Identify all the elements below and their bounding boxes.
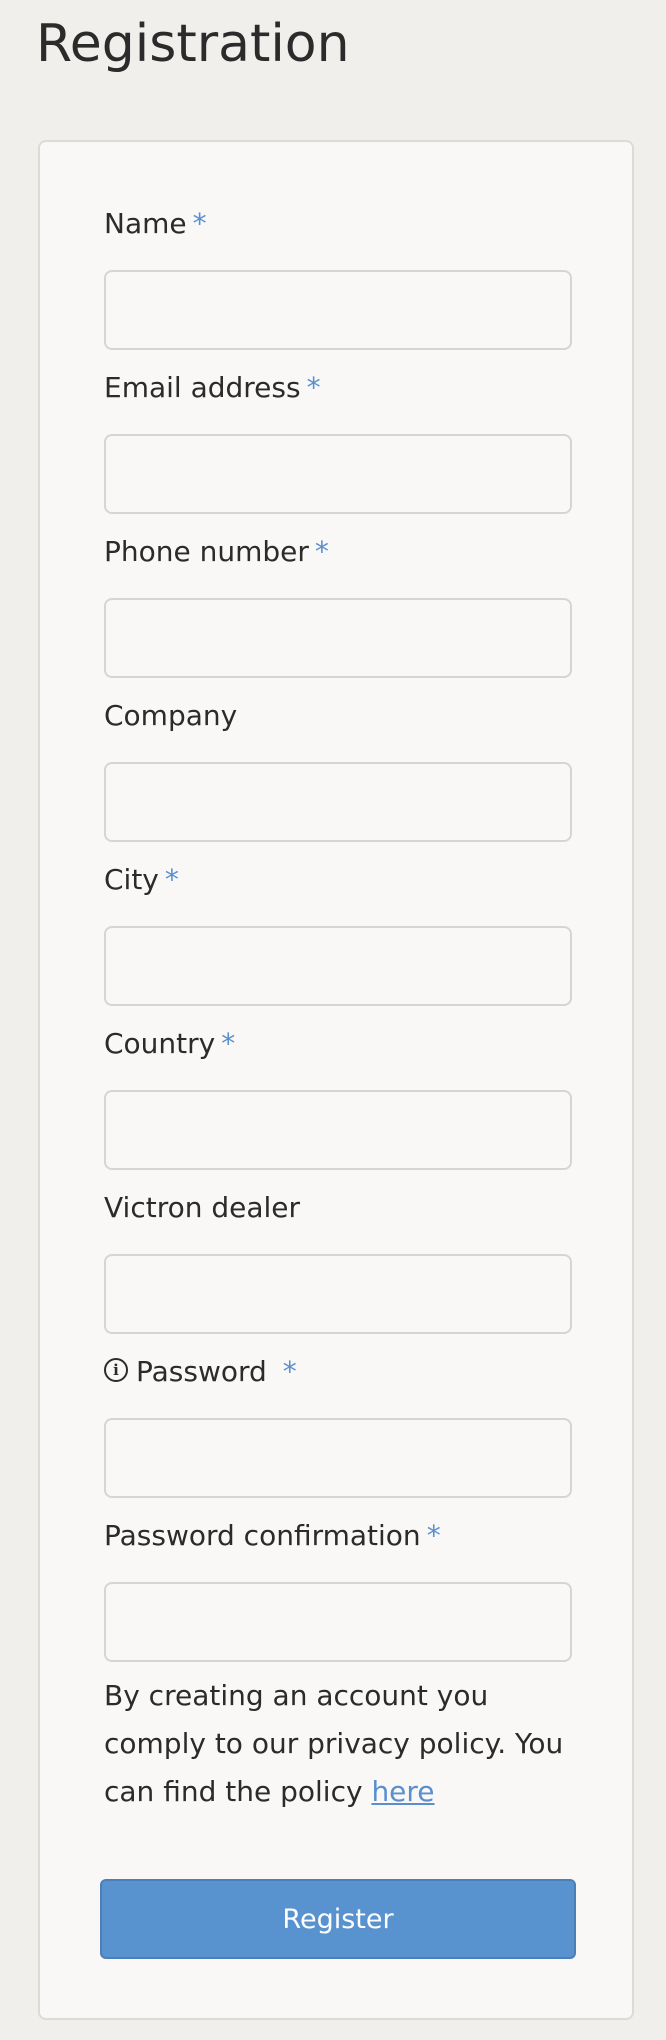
privacy-policy-link[interactable]: here — [371, 1775, 434, 1808]
page-title: Registration — [36, 14, 350, 74]
password-confirmation-label: Password confirmation * — [104, 1514, 572, 1558]
name-label-text: Name — [104, 207, 187, 240]
company-input[interactable] — [104, 762, 572, 842]
company-field-group: Company — [104, 694, 572, 842]
victron-dealer-input[interactable] — [104, 1254, 572, 1334]
email-field-group: Email address * — [104, 366, 572, 514]
password-label: i Password * — [104, 1350, 572, 1394]
victron-dealer-label-text: Victron dealer — [104, 1191, 301, 1224]
password-field-group: i Password * — [104, 1350, 572, 1498]
required-marker: * — [314, 535, 329, 568]
email-label-text: Email address — [104, 371, 301, 404]
registration-form-card: Name * Email address * Phone number * Compa… — [38, 140, 634, 2020]
company-label: Company — [104, 694, 572, 738]
company-label-text: Company — [104, 699, 238, 732]
country-field-group: Country * — [104, 1022, 572, 1170]
required-marker: * — [192, 207, 207, 240]
required-marker: * — [426, 1519, 441, 1552]
victron-dealer-label: Victron dealer — [104, 1186, 572, 1230]
privacy-notice-text: By creating an account you comply to our… — [104, 1679, 564, 1808]
password-confirmation-field-group: Password confirmation * — [104, 1514, 572, 1662]
name-label: Name * — [104, 202, 572, 246]
city-field-group: City * — [104, 858, 572, 1006]
email-label: Email address * — [104, 366, 572, 410]
required-marker: * — [221, 1027, 236, 1060]
phone-label-text: Phone number — [104, 535, 309, 568]
password-label-text: Password — [136, 1355, 267, 1388]
city-label: City * — [104, 858, 572, 902]
country-label: Country * — [104, 1022, 572, 1066]
required-marker: * — [164, 863, 179, 896]
phone-field-group: Phone number * — [104, 530, 572, 678]
password-confirmation-label-text: Password confirmation — [104, 1519, 421, 1552]
register-button[interactable]: Register — [100, 1879, 576, 1959]
email-input[interactable] — [104, 434, 572, 514]
phone-label: Phone number * — [104, 530, 572, 574]
password-confirmation-input[interactable] — [104, 1582, 572, 1662]
password-input[interactable] — [104, 1418, 572, 1498]
privacy-notice: By creating an account you comply to our… — [104, 1672, 584, 1816]
required-marker: * — [282, 1355, 297, 1388]
name-field-group: Name * — [104, 202, 572, 350]
city-label-text: City — [104, 863, 159, 896]
city-input[interactable] — [104, 926, 572, 1006]
required-marker: * — [306, 371, 321, 404]
victron-dealer-field-group: Victron dealer — [104, 1186, 572, 1334]
phone-input[interactable] — [104, 598, 572, 678]
name-input[interactable] — [104, 270, 572, 350]
country-input[interactable] — [104, 1090, 572, 1170]
info-icon[interactable]: i — [104, 1358, 128, 1382]
country-label-text: Country — [104, 1027, 216, 1060]
